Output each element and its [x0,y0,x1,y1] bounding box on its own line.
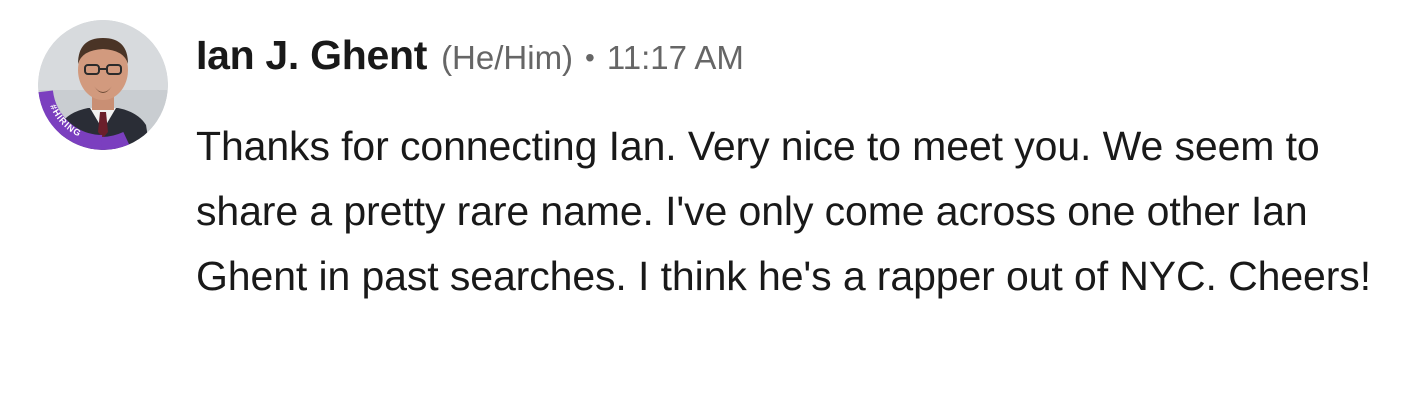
message-body: Thanks for connecting Ian. Very nice to … [196,123,1371,299]
sender-pronouns: (He/Him) [441,39,574,76]
separator-dot: • [585,42,595,73]
message-item: #HIRING Ian J. Ghent (He/Him) • 11:17 AM… [0,0,1428,410]
message-timestamp: 11:17 AM [606,39,744,76]
message-header: Ian J. Ghent (He/Him) • 11:17 AM [196,32,744,80]
avatar-photo: #HIRING [38,20,168,150]
avatar[interactable]: #HIRING [38,20,168,150]
sender-name[interactable]: Ian J. Ghent [196,32,427,79]
